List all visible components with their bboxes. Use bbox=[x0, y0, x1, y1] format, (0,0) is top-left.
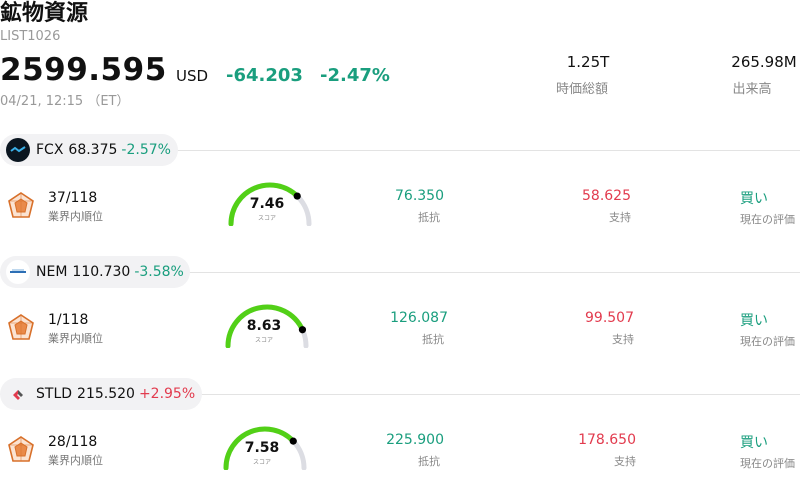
page-title: 鉱物資源 bbox=[0, 1, 89, 26]
volume-value: 265.98M bbox=[731, 53, 797, 71]
score-gauge: 7.46 スコア bbox=[225, 178, 315, 228]
resistance-label: 抵抗 bbox=[422, 333, 444, 346]
market-cap-label: 時価総額 bbox=[555, 82, 608, 97]
rating-label: 現在の評価 bbox=[740, 335, 795, 348]
score-value: 7.46 bbox=[249, 196, 285, 212]
score-value: 8.63 bbox=[246, 318, 282, 334]
stock-chip[interactable]: FCX 68.375 -2.57% bbox=[0, 134, 178, 166]
rating-value[interactable]: 買い bbox=[740, 432, 768, 452]
timestamp: 04/21, 12:15 （ET） bbox=[0, 94, 130, 109]
index-price: 2599.595 bbox=[0, 52, 167, 88]
support-value: 58.625 bbox=[582, 188, 631, 204]
support-label: 支持 bbox=[609, 211, 631, 224]
industry-rank-label: 業界内順位 bbox=[48, 210, 103, 223]
support-value: 178.650 bbox=[578, 432, 636, 448]
resistance-value: 126.087 bbox=[390, 310, 448, 326]
industry-rank-label: 業界内順位 bbox=[48, 454, 103, 467]
support-label: 支持 bbox=[614, 455, 636, 468]
score-label: スコア bbox=[257, 215, 276, 222]
score-gauge: 8.63 スコア bbox=[222, 300, 312, 350]
stock-ticker: NEM bbox=[36, 264, 68, 280]
fcx-logo-icon bbox=[6, 138, 30, 162]
nem-logo-icon bbox=[6, 260, 30, 284]
rating-value[interactable]: 買い bbox=[740, 310, 768, 330]
stock-chip[interactable]: STLD 215.520 +2.95% bbox=[0, 378, 202, 410]
list-code: LIST1026 bbox=[0, 29, 61, 44]
rank-icon bbox=[6, 313, 36, 347]
stock-ticker: STLD bbox=[36, 386, 73, 402]
resistance-value: 76.350 bbox=[395, 188, 444, 204]
industry-rank-label: 業界内順位 bbox=[48, 332, 103, 345]
stock-ticker: FCX bbox=[36, 142, 64, 158]
resistance-value: 225.900 bbox=[386, 432, 444, 448]
stld-logo-icon bbox=[6, 382, 30, 406]
stock-price: 68.375 bbox=[68, 142, 118, 158]
score-label: スコア bbox=[254, 337, 273, 344]
rating-label: 現在の評価 bbox=[740, 213, 795, 226]
rank-icon bbox=[6, 191, 36, 225]
score-gauge: 7.58 スコア bbox=[220, 422, 310, 472]
stock-change-pct: -2.57% bbox=[121, 142, 171, 158]
support-label: 支持 bbox=[612, 333, 634, 346]
volume-label: 出来高 bbox=[732, 82, 772, 97]
stock-price: 110.730 bbox=[72, 264, 131, 280]
rating-label: 現在の評価 bbox=[740, 457, 795, 470]
resistance-label: 抵抗 bbox=[418, 211, 440, 224]
currency-label: USD bbox=[176, 67, 209, 85]
price-change: -64.203 bbox=[226, 65, 303, 86]
score-label: スコア bbox=[252, 459, 271, 466]
industry-rank: 37/118 bbox=[48, 190, 98, 206]
stock-change-pct: -3.58% bbox=[134, 264, 184, 280]
rating-value[interactable]: 買い bbox=[740, 188, 768, 208]
support-value: 99.507 bbox=[585, 310, 634, 326]
stock-price: 215.520 bbox=[77, 386, 135, 402]
industry-rank: 28/118 bbox=[48, 434, 98, 450]
industry-rank: 1/118 bbox=[48, 312, 89, 328]
stock-chip[interactable]: NEM 110.730 -3.58% bbox=[0, 256, 190, 288]
resistance-label: 抵抗 bbox=[418, 455, 440, 468]
score-value: 7.58 bbox=[244, 440, 280, 456]
market-cap-value: 1.25T bbox=[566, 53, 610, 71]
price-change-pct: -2.47% bbox=[320, 65, 390, 86]
rank-icon bbox=[6, 435, 36, 469]
stock-change-pct: +2.95% bbox=[138, 386, 196, 402]
